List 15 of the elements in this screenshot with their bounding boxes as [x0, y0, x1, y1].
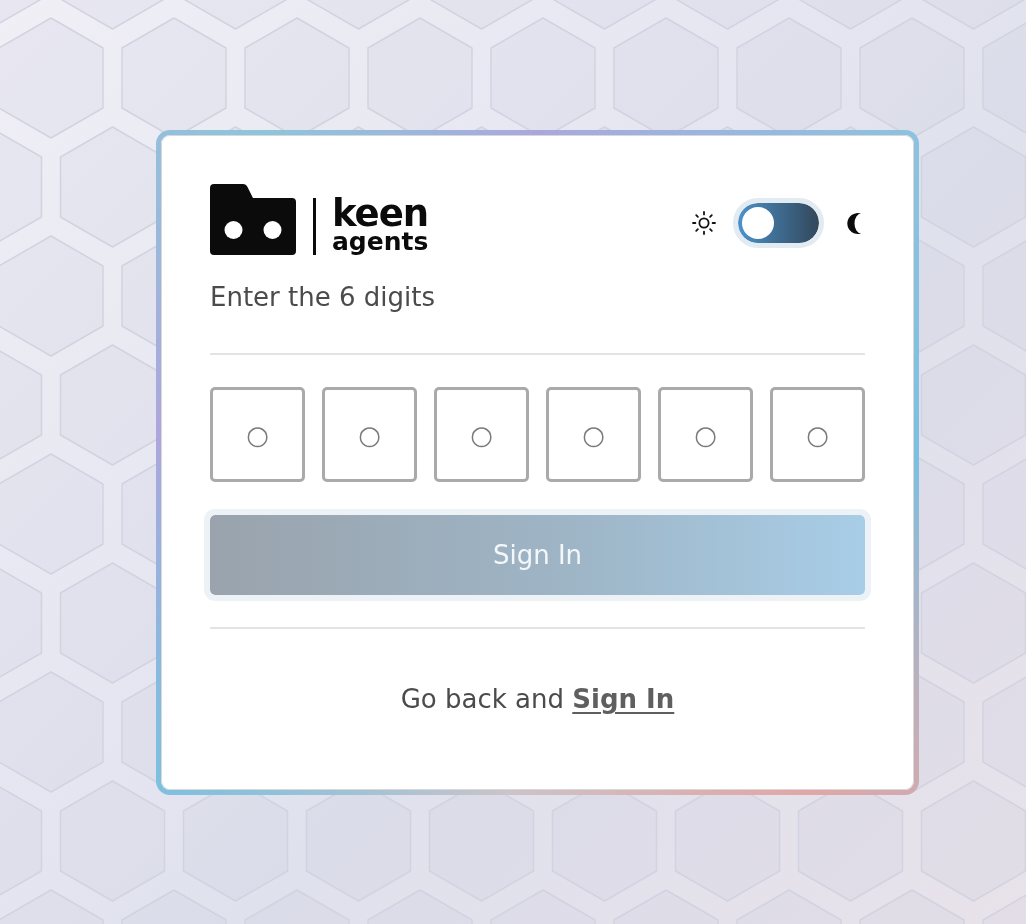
- instruction-text: Enter the 6 digits: [210, 282, 436, 313]
- sun-icon: [692, 211, 716, 235]
- go-back-text: Go back and Sign In: [399, 684, 676, 715]
- digit-field[interactable]: ○: [434, 387, 529, 482]
- digit-field[interactable]: ○: [546, 387, 641, 482]
- folder-logo-icon: [210, 184, 296, 255]
- moon-icon: [845, 211, 862, 235]
- digit-field[interactable]: ○: [658, 387, 753, 482]
- logo-wordmark-bottom: agents: [332, 230, 429, 254]
- theme-toggle[interactable]: [733, 198, 824, 248]
- sign-in-link[interactable]: Sign In: [572, 684, 675, 714]
- logo-wordmark-top: keen: [332, 198, 429, 230]
- digit-field[interactable]: ○: [770, 387, 865, 482]
- digit-field[interactable]: ○: [210, 387, 305, 482]
- digit-field[interactable]: ○: [322, 387, 417, 482]
